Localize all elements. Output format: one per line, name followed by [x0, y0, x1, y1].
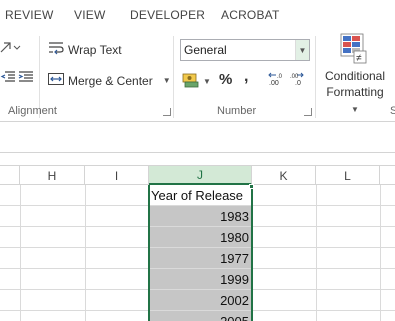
decrease-indent-icon: [0, 70, 16, 87]
wrap-text-label: Wrap Text: [68, 42, 122, 57]
column-header-h[interactable]: H: [20, 166, 85, 185]
conditional-formatting-label-line1: Conditional: [324, 69, 386, 83]
wrap-text-icon: [48, 41, 64, 58]
column-header-k[interactable]: K: [252, 166, 316, 185]
group-separator: [173, 36, 174, 118]
tab-review[interactable]: REVIEW: [5, 8, 54, 22]
svg-text:.00: .00: [269, 80, 279, 87]
tab-developer[interactable]: DEVELOPER: [130, 8, 205, 22]
conditional-formatting-icon[interactable]: ≠: [340, 33, 370, 68]
ribbon-tab-bar: REVIEW VIEW DEVELOPER ACROBAT: [0, 0, 395, 30]
increase-indent-icon: [18, 70, 34, 87]
increase-decimal-button[interactable]: .00 .0: [268, 71, 284, 90]
decrease-indent-button[interactable]: [0, 70, 16, 87]
formula-bar-area: [0, 123, 395, 153]
chevron-down-icon[interactable]: ▼: [163, 76, 171, 85]
increase-decimal-icon: .00 .0: [268, 71, 284, 90]
number-dialog-launcher-icon[interactable]: [304, 108, 312, 116]
comma-style-button[interactable]: ,: [244, 68, 248, 86]
column-header-row: H I J K L: [0, 165, 395, 185]
number-format-dropdown[interactable]: General ▼: [180, 39, 310, 61]
column-header-i[interactable]: I: [85, 166, 149, 185]
alignment-group-label: Alignment: [8, 105, 57, 117]
wrap-text-button[interactable]: Wrap Text: [48, 41, 122, 58]
decrease-decimal-icon: .00 .0: [289, 71, 305, 90]
increase-indent-button[interactable]: [18, 70, 34, 87]
column-header-g[interactable]: [0, 166, 20, 185]
column-header-l[interactable]: L: [316, 166, 380, 185]
merge-center-icon: [48, 72, 64, 89]
svg-text:.0: .0: [277, 74, 283, 80]
ribbon-home: Wrap Text Merge & Center ▼ Alignment Gen…: [0, 30, 395, 122]
group-separator: [315, 36, 316, 118]
svg-text:≠: ≠: [356, 53, 362, 64]
number-group-label: Number: [217, 105, 257, 117]
percent-style-button[interactable]: %: [219, 71, 232, 88]
currency-icon: [182, 72, 200, 91]
tab-view[interactable]: VIEW: [74, 8, 105, 22]
accounting-format-button[interactable]: ▼: [182, 72, 211, 91]
orientation-button[interactable]: [0, 40, 22, 57]
column-header-j[interactable]: J: [149, 166, 252, 185]
orientation-icon: [0, 40, 22, 57]
chevron-down-icon: ▼: [351, 105, 359, 114]
merge-center-label: Merge & Center: [68, 73, 153, 88]
tab-acrobat[interactable]: ACROBAT: [221, 8, 280, 22]
chevron-down-icon[interactable]: ▼: [203, 77, 211, 86]
chevron-down-icon[interactable]: ▼: [295, 40, 309, 60]
alignment-dialog-launcher-icon[interactable]: [163, 108, 171, 116]
styles-group-label-clipped: S: [390, 105, 395, 117]
fill-handle[interactable]: [249, 184, 254, 189]
number-format-value: General: [184, 43, 227, 57]
decrease-decimal-button[interactable]: .00 .0: [289, 71, 305, 90]
conditional-formatting-button[interactable]: Conditional Formatting ▼: [322, 68, 388, 118]
conditional-formatting-label-line2: Formatting: [326, 85, 384, 99]
column-selection-border: [148, 185, 253, 321]
merge-center-button[interactable]: Merge & Center ▼: [48, 72, 171, 89]
svg-text:.0: .0: [295, 80, 301, 87]
